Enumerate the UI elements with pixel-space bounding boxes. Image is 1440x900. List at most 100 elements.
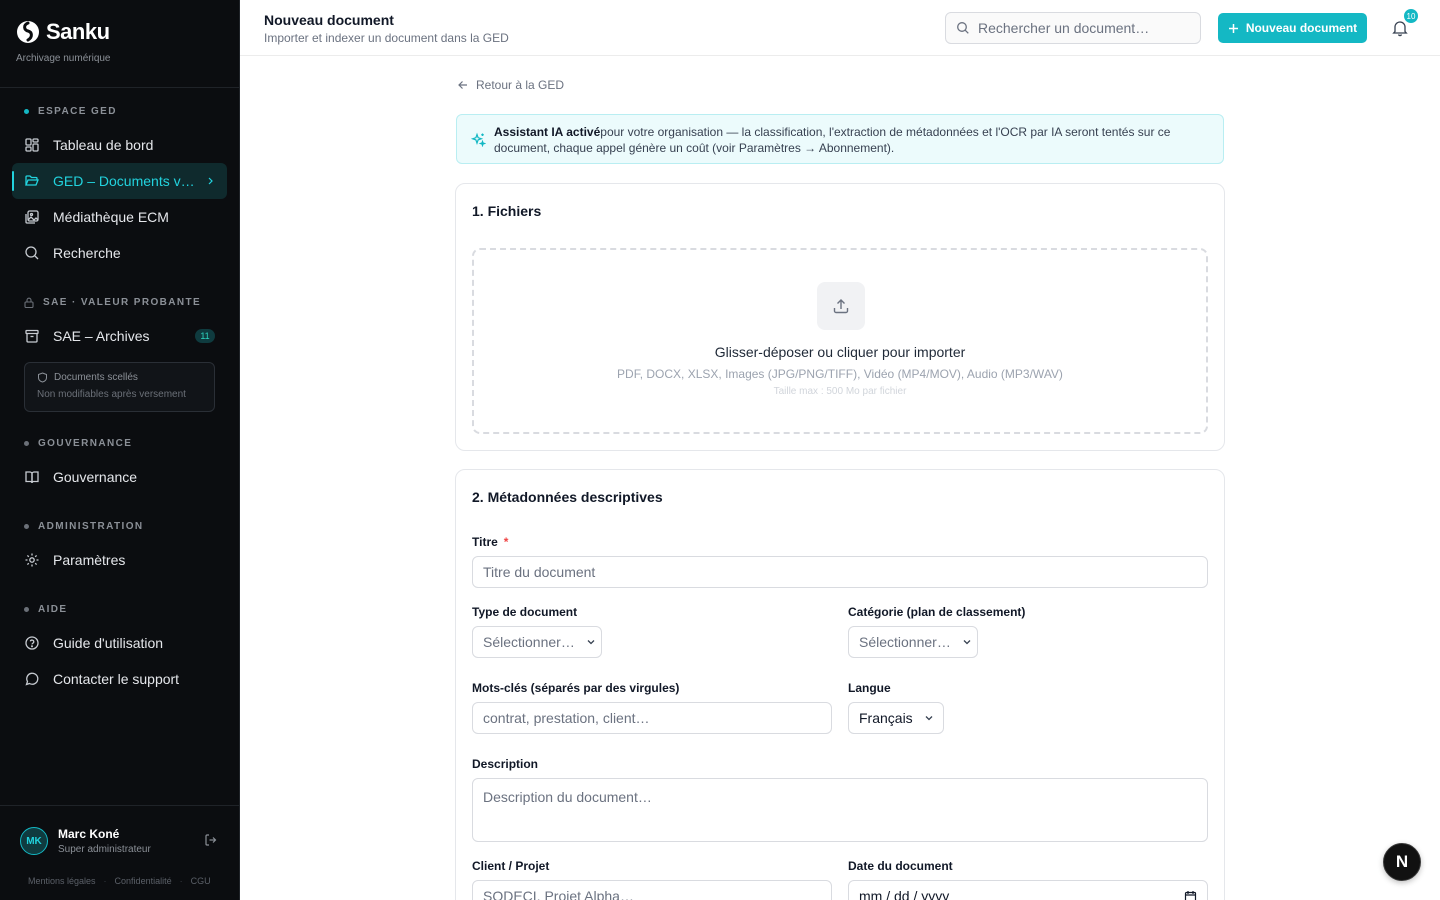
sidebar-item-label: SAE – Archives [53, 328, 150, 344]
sidebar-item-mediatheque[interactable]: Médiathèque ECM [12, 199, 227, 235]
category-value: Sélectionner… [859, 634, 951, 650]
back-to-ged-link[interactable]: Retour à la GED [457, 78, 564, 92]
brand-tagline: Archivage numérique [16, 53, 111, 64]
sidebar-item-ged-documents[interactable]: GED – Documents v… [12, 163, 227, 199]
sealed-documents-info: Documents scellés Non modifiables après … [24, 362, 215, 412]
sidebar-item-dashboard[interactable]: Tableau de bord [12, 127, 227, 163]
ai-banner-strong: Assistant IA activé [494, 125, 601, 139]
legal-link-cgu[interactable]: CGU [191, 876, 211, 886]
section-label-espace-ged: ESPACE GED [24, 106, 117, 117]
sidebar-item-label: Recherche [53, 245, 121, 261]
arrow-left-icon [458, 81, 467, 89]
upload-icon-box [817, 282, 865, 330]
file-dropzone[interactable]: Glisser-déposer ou cliquer pour importer… [472, 248, 1208, 434]
section-label-text: ESPACE GED [38, 106, 117, 117]
user-role: Super administrateur [58, 844, 151, 855]
sparkles-icon [471, 132, 486, 147]
section-label-text: SAE · VALEUR PROBANTE [43, 297, 202, 308]
doc-type-select[interactable]: Sélectionner… [472, 626, 602, 658]
page-title: Nouveau document [264, 12, 394, 28]
new-document-label: Nouveau document [1245, 21, 1358, 35]
sanku-logo-icon [17, 21, 39, 43]
language-select[interactable]: Français [848, 702, 944, 734]
divider [0, 805, 240, 806]
back-link-label: Retour à la GED [476, 78, 565, 92]
document-date-input[interactable]: mm / dd / yyyy [848, 880, 1208, 900]
avatar[interactable]: MK [20, 827, 48, 855]
doc-type-label: Type de document [472, 605, 578, 619]
chevron-down-icon [587, 640, 595, 645]
files-section-title: 1. Fichiers [472, 203, 542, 219]
section-label-text: GOUVERNANCE [38, 438, 133, 449]
section-label-text: AIDE [38, 604, 68, 615]
dashboard-icon [25, 138, 39, 152]
description-textarea[interactable] [472, 778, 1208, 842]
metadata-section-title: 2. Métadonnées descriptives [472, 489, 663, 505]
page-subtitle: Importer et indexer un document dans la … [264, 31, 509, 45]
sidebar: Sanku Archivage numérique ESPACE GED Tab… [0, 0, 240, 900]
dropzone-main-text: Glisser-déposer ou cliquer pour importer [714, 344, 966, 360]
sidebar-item-parametres[interactable]: Paramètres [12, 542, 227, 578]
calendar-icon[interactable] [1184, 890, 1197, 900]
sidebar-item-sae-archives[interactable]: SAE – Archives 11 [12, 318, 227, 354]
notification-badge: 10 [1403, 8, 1419, 24]
sidebar-item-label: Paramètres [53, 552, 126, 568]
keywords-label: Mots-clés (séparés par des virgules) [472, 681, 680, 695]
separator-dot: · [103, 876, 107, 886]
sidebar-item-label: Contacter le support [53, 671, 180, 687]
archive-icon [25, 329, 39, 343]
sealed-title: Documents scellés [54, 372, 138, 383]
sidebar-item-guide[interactable]: Guide d'utilisation [12, 625, 227, 661]
user-name: Marc Koné [58, 827, 120, 841]
archives-count-badge: 11 [195, 329, 215, 343]
keywords-input[interactable] [472, 702, 832, 734]
category-label: Catégorie (plan de classement) [848, 605, 1026, 619]
section-label-sae: SAE · VALEUR PROBANTE [24, 297, 201, 308]
ai-assistant-banner: Assistant IA activépour votre organisati… [456, 114, 1224, 164]
media-library-icon [25, 210, 39, 224]
top-header: Nouveau document Importer et indexer un … [240, 0, 1440, 56]
sidebar-item-recherche[interactable]: Recherche [12, 235, 227, 271]
logout-icon[interactable] [204, 833, 218, 847]
sidebar-item-support[interactable]: Contacter le support [12, 661, 227, 697]
message-circle-icon [25, 672, 39, 686]
section-dot-icon [24, 607, 29, 612]
new-document-button[interactable]: Nouveau document [1218, 13, 1367, 43]
language-value: Français [859, 710, 913, 726]
client-project-input[interactable] [472, 880, 832, 900]
search-icon [957, 22, 969, 34]
sidebar-item-gouvernance[interactable]: Gouvernance [12, 459, 227, 495]
title-input[interactable] [472, 556, 1208, 588]
sidebar-item-label: Tableau de bord [53, 137, 154, 153]
search-input[interactable] [978, 20, 1193, 36]
section-label-administration: ADMINISTRATION [24, 521, 144, 532]
section-label-aide: AIDE [24, 604, 68, 615]
dropzone-max-size: Taille max : 500 Mo par fichier [773, 386, 907, 397]
separator-dot: · [179, 876, 183, 886]
sidebar-item-label: GED – Documents v… [53, 173, 195, 189]
sidebar-item-label: Guide d'utilisation [53, 635, 164, 651]
required-asterisk: * [503, 535, 509, 549]
sidebar-item-label: Gouvernance [53, 469, 138, 485]
sealed-subtitle: Non modifiables après versement [37, 389, 186, 400]
dropzone-formats: PDF, DOCX, XLSX, Images (JPG/PNG/TIFF), … [617, 367, 1063, 381]
search-icon [25, 246, 39, 260]
section-label-text: ADMINISTRATION [38, 521, 144, 532]
title-field-label: Titre * [472, 535, 508, 549]
folder-open-icon [25, 175, 39, 186]
date-value: mm / dd / yyyy [859, 888, 950, 900]
category-select[interactable]: Sélectionner… [848, 626, 978, 658]
brand[interactable]: Sanku [16, 18, 110, 46]
shield-icon [38, 372, 47, 383]
chevron-right-icon [208, 177, 213, 185]
plus-icon [1228, 23, 1238, 33]
chevron-down-icon [925, 716, 933, 721]
search-box[interactable] [945, 12, 1201, 44]
document-date-label: Date du document [848, 859, 953, 873]
legal-link-confidentialite[interactable]: Confidentialité [115, 876, 172, 886]
section-dot-icon [24, 441, 29, 446]
doc-type-value: Sélectionner… [483, 634, 575, 650]
sidebar-item-label: Médiathèque ECM [53, 209, 169, 225]
next-dev-tools-button[interactable]: N [1383, 843, 1421, 881]
legal-link-mentions[interactable]: Mentions légales [28, 876, 96, 886]
